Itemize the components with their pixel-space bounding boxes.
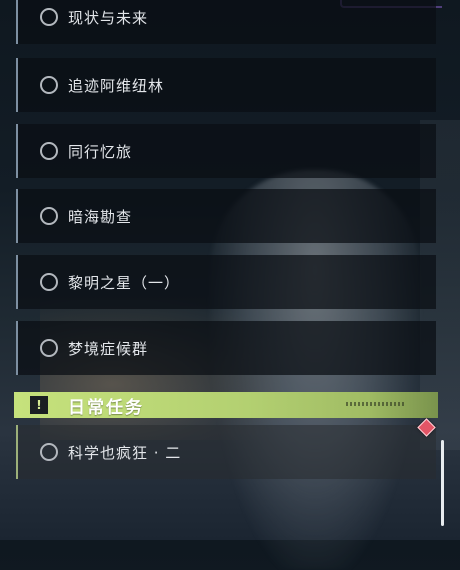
quest-item[interactable]: 梦境症候群 [16,321,436,375]
status-circle-icon [40,443,58,461]
status-circle-icon [40,142,58,160]
status-circle-icon [40,76,58,94]
status-circle-icon [40,8,58,26]
quest-label: 同行忆旅 [68,142,133,161]
status-circle-icon [40,339,58,357]
scrollbar[interactable] [441,440,444,526]
header-decoration [346,402,406,406]
quest-item[interactable]: 现状与未来 [16,0,436,44]
alert-icon: ! [30,396,48,414]
quest-label: 现状与未来 [68,8,149,27]
quest-item[interactable]: 黎明之星（一） [16,255,436,309]
quest-item[interactable]: 追迹阿维纽林 [16,58,436,112]
status-circle-icon [40,207,58,225]
quest-label: 暗海勘查 [68,207,133,226]
quest-label: 梦境症候群 [68,339,149,358]
quest-label: 追迹阿维纽林 [68,76,165,95]
section-title: 日常任务 [68,397,144,418]
quest-item[interactable]: 暗海勘查 [16,189,436,243]
daily-quest-item[interactable]: 科学也疯狂 · 二 [16,425,436,479]
quest-item[interactable]: 同行忆旅 [16,124,436,178]
quest-label: 科学也疯狂 · 二 [68,443,182,462]
daily-quests-header[interactable]: ! 日常任务 [14,392,438,418]
quest-label: 黎明之星（一） [68,273,181,292]
status-circle-icon [40,273,58,291]
